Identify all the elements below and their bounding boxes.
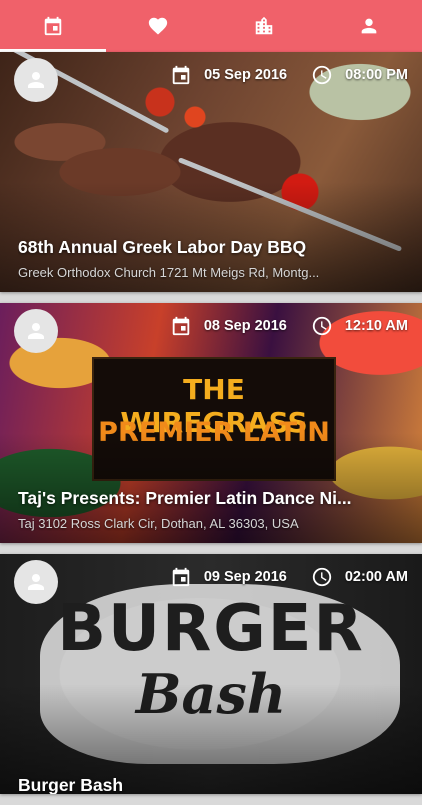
event-title: Taj's Presents: Premier Latin Dance Ni..… bbox=[18, 488, 402, 509]
event-feed: 05 Sep 2016 08:00 PM 68th Annual Greek L… bbox=[0, 52, 422, 805]
clock-icon bbox=[311, 315, 333, 337]
event-card[interactable]: BURGER Bash 09 Sep 2016 02:00 AM Burger … bbox=[0, 554, 422, 794]
host-avatar[interactable] bbox=[14, 309, 58, 353]
host-avatar[interactable] bbox=[14, 58, 58, 102]
calendar-icon bbox=[42, 15, 64, 37]
event-date: 05 Sep 2016 bbox=[204, 67, 287, 83]
event-meta: 09 Sep 2016 02:00 AM bbox=[170, 566, 408, 588]
person-icon bbox=[358, 15, 380, 37]
event-meta: 05 Sep 2016 08:00 PM bbox=[170, 64, 408, 86]
event-time: 08:00 PM bbox=[345, 67, 408, 83]
tab-cities[interactable] bbox=[211, 0, 317, 52]
event-address: Taj 3102 Ross Clark Cir, Dothan, AL 3630… bbox=[18, 516, 392, 531]
event-card[interactable]: 05 Sep 2016 08:00 PM 68th Annual Greek L… bbox=[0, 52, 422, 292]
event-date: 08 Sep 2016 bbox=[204, 318, 287, 334]
heart-icon bbox=[147, 15, 169, 37]
person-icon bbox=[24, 570, 48, 594]
clock-icon bbox=[311, 64, 333, 86]
event-title: Burger Bash bbox=[18, 775, 402, 794]
event-address: Greek Orthodox Church 1721 Mt Meigs Rd, … bbox=[18, 265, 392, 280]
clock-icon bbox=[311, 566, 333, 588]
tab-favorites[interactable] bbox=[106, 0, 212, 52]
person-icon bbox=[24, 319, 48, 343]
person-icon bbox=[24, 68, 48, 92]
event-date: 09 Sep 2016 bbox=[204, 569, 287, 585]
event-time: 02:00 AM bbox=[345, 569, 408, 585]
calendar-icon bbox=[170, 566, 192, 588]
poster-line: BURGER bbox=[0, 592, 422, 666]
event-card[interactable]: THE WIREGRASS PREMIER LATIN 08 Sep 2016 … bbox=[0, 303, 422, 543]
event-meta: 08 Sep 2016 12:10 AM bbox=[170, 315, 408, 337]
tab-events[interactable] bbox=[0, 0, 106, 52]
host-avatar[interactable] bbox=[14, 560, 58, 604]
event-time: 12:10 AM bbox=[345, 318, 408, 334]
calendar-icon bbox=[170, 315, 192, 337]
city-icon bbox=[253, 15, 275, 37]
event-title: 68th Annual Greek Labor Day BBQ bbox=[18, 237, 402, 258]
tab-profile[interactable] bbox=[317, 0, 422, 52]
tab-bar bbox=[0, 0, 422, 52]
calendar-icon bbox=[170, 64, 192, 86]
